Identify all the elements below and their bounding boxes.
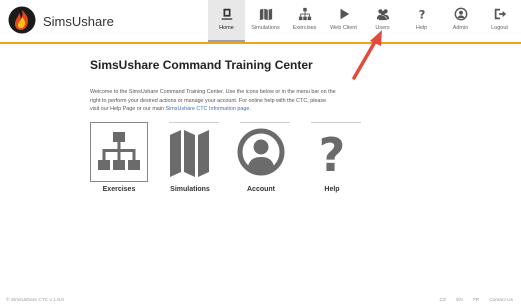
intro-text: Welcome to the SimsUshare Command Traini… (90, 88, 336, 114)
question-icon: ? (418, 7, 425, 21)
play-icon (340, 8, 349, 20)
nav-item-exercises[interactable]: Exercises (286, 0, 323, 42)
sitemap-icon (98, 132, 140, 170)
question-icon: ? (319, 128, 346, 177)
account-tile[interactable] (232, 122, 290, 182)
ctc-info-link[interactable]: SimsUshare CTC Information page. (166, 106, 251, 112)
users-icon (376, 9, 389, 21)
tile-label-help[interactable]: Help (297, 186, 367, 193)
tile-label-exercises[interactable]: Exercises (84, 186, 154, 193)
user-circle-icon (237, 128, 285, 176)
app-title[interactable]: SimsUshare (43, 14, 114, 29)
nav-item-simulations[interactable]: Simulations (247, 0, 284, 42)
sitemap-icon (298, 7, 311, 21)
nav-item-admin[interactable]: Admin (442, 0, 479, 42)
map-icon (259, 8, 272, 21)
copyright-text: © SimsUshare CTC v 1.9.0 (6, 298, 64, 303)
nav-label: Help (415, 25, 428, 31)
svg-text:?: ? (319, 128, 346, 177)
nav-item-home[interactable]: Home (208, 0, 245, 42)
education-icon (221, 8, 232, 20)
nav-label: Admin (452, 25, 469, 31)
footer-link-contact[interactable]: Contact Us (489, 298, 513, 303)
nav-label: Logout (491, 25, 508, 31)
exercises-tile[interactable] (90, 122, 148, 182)
nav-item-help[interactable]: ? Help (403, 0, 440, 42)
top-header: SimsUshare Home Simulations Exercises We… (0, 0, 521, 44)
red-arrow-annotation (352, 30, 382, 80)
nav-label: Simulations (251, 25, 280, 31)
nav-label: Home (219, 25, 234, 31)
tile-label-simulations[interactable]: Simulations (155, 186, 225, 193)
footer-link-fr[interactable]: FR (473, 298, 479, 303)
footer-link-en[interactable]: EN (456, 298, 463, 303)
user-circle-icon (454, 7, 467, 21)
tile-label-account[interactable]: Account (226, 186, 296, 193)
help-tile[interactable]: ? (303, 122, 361, 182)
footer-links: CS EN FR Contact Us (440, 298, 513, 303)
footer: © SimsUshare CTC v 1.9.0 CS EN FR Contac… (0, 294, 521, 307)
svg-text:?: ? (418, 7, 425, 21)
map-icon (170, 130, 209, 177)
flame-logo-icon[interactable] (8, 6, 36, 34)
simulations-tile[interactable] (161, 122, 219, 182)
nav-item-logout[interactable]: Logout (481, 0, 518, 42)
footer-link-cs[interactable]: CS (440, 298, 447, 303)
nav-label: Exercises (292, 25, 317, 31)
page-title: SimsUshare Command Training Center (90, 58, 313, 72)
logout-icon (494, 8, 506, 20)
